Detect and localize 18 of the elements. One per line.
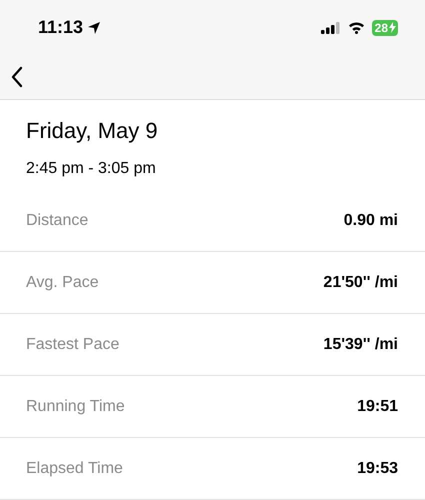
signal-icon: [320, 22, 341, 34]
location-arrow-icon: [87, 20, 102, 34]
workout-time-range: 2:45 pm - 3:05 pm: [26, 160, 157, 178]
stat-label: Distance: [26, 212, 88, 230]
stat-value: 15'39'' /mi: [323, 336, 398, 354]
workout-date: Friday, May 9: [26, 118, 159, 144]
stat-label: Running Time: [26, 398, 125, 416]
stat-value: 19:51: [357, 398, 398, 416]
stat-value: 19:53: [357, 460, 398, 478]
battery-indicator: 28: [372, 20, 398, 36]
stat-value: 0.90 mi: [344, 212, 398, 230]
status-time: 11:13: [38, 17, 84, 38]
stat-label: Elapsed Time: [26, 460, 123, 478]
stat-value: 21'50'' /mi: [323, 274, 398, 292]
wifi-icon: [348, 21, 365, 34]
charging-bolt-icon: [389, 22, 396, 33]
stat-label: Avg. Pace: [26, 274, 99, 292]
stat-label: Fastest Pace: [26, 336, 120, 354]
